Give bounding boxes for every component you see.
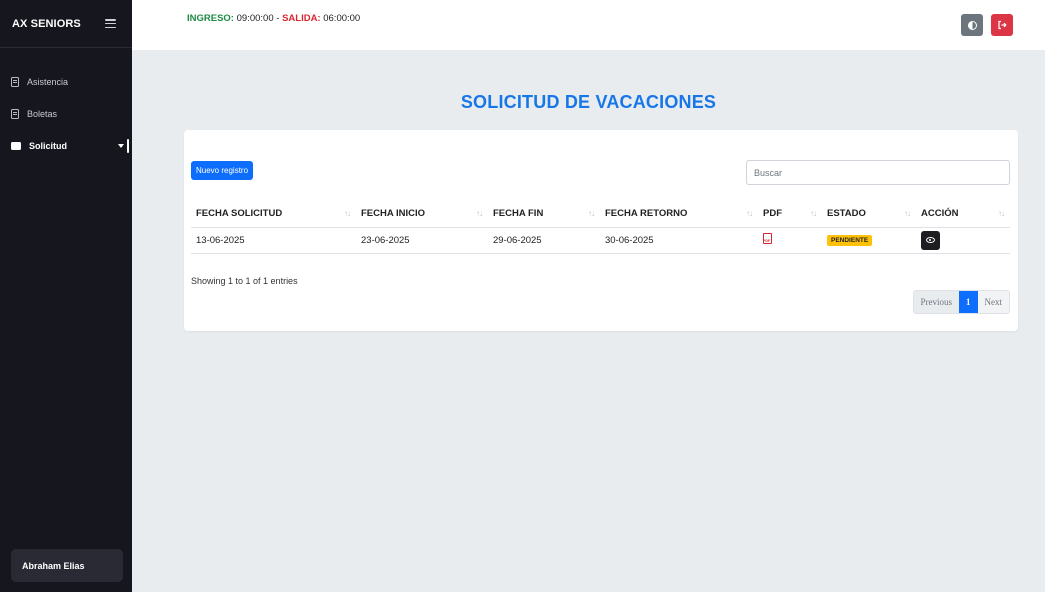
cell-accion xyxy=(916,227,1010,254)
sort-icon: ↑↓ xyxy=(476,209,483,218)
col-fecha-fin[interactable]: FECHA FIN ↑↓ xyxy=(488,200,600,228)
pdf-icon[interactable] xyxy=(763,233,772,244)
topbar: INGRESO: 09:00:00 - SALIDA: 06:00:00 xyxy=(132,0,1045,50)
sort-icon: ↑↓ xyxy=(810,209,817,218)
cell-fecha-fin: 29-06-2025 xyxy=(488,227,600,254)
page-title: SOLICITUD DE VACACIONES xyxy=(460,92,717,112)
table-info: Showing 1 to 1 of 1 entries xyxy=(191,276,298,286)
pagination-page-1[interactable]: 1 xyxy=(959,291,978,313)
schedule-separator: - xyxy=(273,13,283,24)
sidebar: AX SENIORS Asistencia Boletas Solicitud … xyxy=(0,0,132,592)
sort-icon: ↑↓ xyxy=(998,209,1005,218)
sidebar-item-label: Solicitud xyxy=(29,141,67,151)
cell-fecha-inicio: 23-06-2025 xyxy=(356,227,488,254)
cell-fecha-retorno: 30-06-2025 xyxy=(600,227,758,254)
sidebar-header: AX SENIORS xyxy=(0,0,132,48)
pagination-previous[interactable]: Previous xyxy=(913,291,959,313)
contrast-icon xyxy=(967,20,977,30)
col-estado[interactable]: ESTADO ↑↓ xyxy=(822,200,916,228)
sidebar-item-solicitud[interactable]: Solicitud xyxy=(0,130,132,162)
col-accion[interactable]: ACCIÓN ↑↓ xyxy=(916,200,1010,228)
col-fecha-solicitud[interactable]: FECHA SOLICITUD ↑↓ xyxy=(191,200,356,228)
pagination-next[interactable]: Next xyxy=(977,291,1009,313)
salida-value: 06:00:00 xyxy=(323,13,361,24)
brand-name: AX SENIORS xyxy=(12,17,81,30)
user-name: Abraham Elias xyxy=(22,560,85,571)
requests-card: Nuevo registro FECHA SOLICITUD↑↓ FECHA I… xyxy=(184,130,1018,331)
sidebar-item-asistencia[interactable]: Asistencia xyxy=(0,66,132,98)
salida-label: SALIDA: xyxy=(282,13,321,24)
folder-icon xyxy=(11,142,21,150)
sidebar-item-label: Boletas xyxy=(27,109,58,119)
logout-button[interactable] xyxy=(991,14,1013,36)
sort-icon: ↑↓ xyxy=(904,209,911,218)
chevron-down-icon xyxy=(118,144,124,148)
new-record-button[interactable]: Nuevo registro xyxy=(191,161,254,180)
col-pdf[interactable]: PDF ↑↓ xyxy=(758,200,822,228)
eye-icon xyxy=(926,237,935,243)
sort-icon: ↑↓ xyxy=(588,209,595,218)
cell-estado: PENDIENTE xyxy=(822,227,916,254)
cell-fecha-solicitud: 13-06-2025 xyxy=(191,227,356,254)
document-icon xyxy=(11,77,19,87)
table-header-row: FECHA SOLICITUD ↑↓ FECHA INICIO ↑↓ FECHA F… xyxy=(191,200,1010,228)
cell-pdf xyxy=(758,227,822,254)
table-row: 13-06-2025 23-06-2025 29-06-2025 30-06-2… xyxy=(191,227,1010,254)
shift-schedule: INGRESO: 09:00:00 - SALIDA: 06:00:00 xyxy=(187,13,360,24)
user-profile[interactable]: Abraham Elias xyxy=(11,549,123,582)
sidebar-item-label: Asistencia xyxy=(27,77,69,87)
search-input[interactable] xyxy=(746,160,1010,185)
requests-table: FECHA SOLICITUD ↑↓ FECHA INICIO ↑↓ FECHA F… xyxy=(191,200,1010,254)
document-icon xyxy=(11,109,19,119)
pagination: Previous 1 Next xyxy=(912,290,1010,314)
menu-icon[interactable] xyxy=(105,19,116,28)
sort-icon: ↑↓ xyxy=(344,209,351,218)
status-badge: PENDIENTE xyxy=(827,235,873,246)
sort-icon: ↑↓ xyxy=(746,209,753,218)
ingreso-value: 09:00:00 xyxy=(236,13,274,24)
ingreso-label: INGRESO: xyxy=(187,13,234,24)
active-indicator xyxy=(127,139,129,153)
view-button[interactable] xyxy=(921,230,940,250)
sidebar-nav: Asistencia Boletas Solicitud xyxy=(0,66,132,162)
col-fecha-retorno[interactable]: FECHA RETORNO ↑↓ xyxy=(600,200,758,228)
col-fecha-inicio[interactable]: FECHA INICIO ↑↓ xyxy=(356,200,488,228)
logout-icon xyxy=(998,20,1007,30)
theme-toggle-button[interactable] xyxy=(961,14,983,36)
sidebar-item-boletas[interactable]: Boletas xyxy=(0,98,132,130)
